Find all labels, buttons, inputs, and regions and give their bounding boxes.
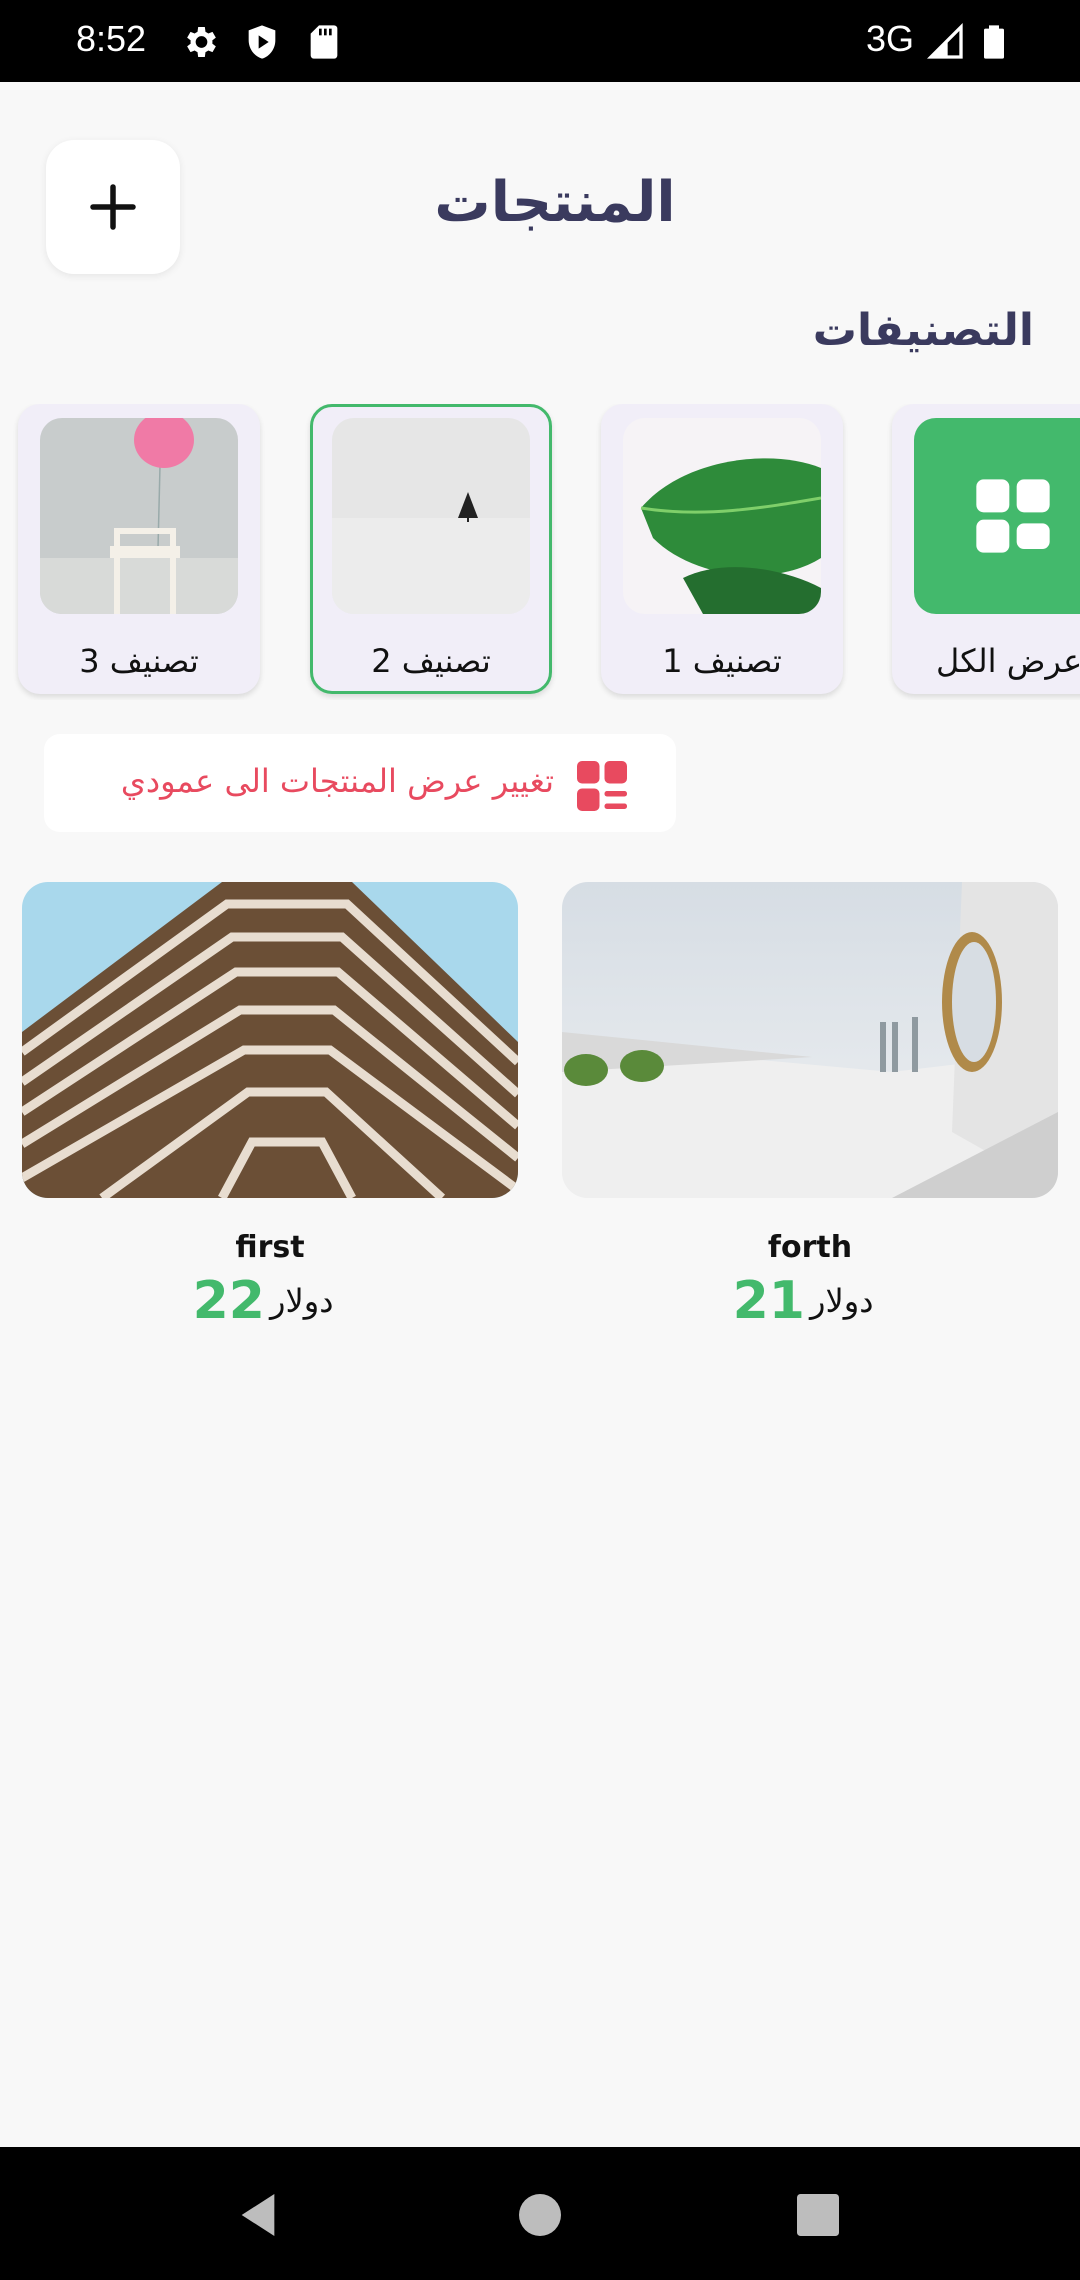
grid-icon — [976, 479, 1050, 553]
category-image-all — [914, 418, 1080, 614]
product-name: first — [235, 1230, 305, 1265]
settings-icon — [187, 27, 216, 57]
header: المنتجات — [0, 82, 1080, 312]
category-label: تصنيف 2 — [371, 642, 491, 680]
categories-list[interactable]: تصنيف 3 تصنيف 2 تصنيف 1 عرض الكل — [0, 404, 1080, 700]
category-label: عرض الكل — [936, 642, 1080, 680]
price-currency: دولار — [810, 1282, 874, 1320]
sd-card-icon — [310, 25, 338, 59]
toggle-view-label: تغيير عرض المنتجات الى عمودي — [120, 762, 554, 800]
back-icon[interactable] — [230, 2187, 286, 2243]
product-name: forth — [767, 1230, 853, 1265]
home-icon[interactable] — [512, 2187, 568, 2243]
category-label: تصنيف 3 — [79, 642, 199, 680]
navigation-bar — [0, 2147, 1080, 2280]
category-image-leaf — [623, 418, 821, 614]
status-bar: 8:52 3G — [0, 0, 1080, 82]
product-card-first[interactable]: first دولار 22 — [22, 882, 518, 1331]
shield-play-icon — [248, 25, 276, 59]
product-image — [562, 882, 1058, 1198]
battery-icon — [984, 25, 1004, 59]
price-value: 22 — [192, 1271, 265, 1331]
add-product-button[interactable] — [46, 140, 180, 274]
category-label: تصنيف 1 — [662, 642, 782, 680]
network-type: 3G — [866, 18, 915, 59]
list-view-icon — [577, 761, 627, 811]
status-time: 8:52 — [76, 18, 147, 59]
recents-icon[interactable] — [790, 2187, 846, 2243]
price-value: 21 — [732, 1271, 805, 1331]
page-title: المنتجات — [434, 170, 676, 235]
category-card-all[interactable]: عرض الكل — [892, 404, 1080, 694]
product-card-forth[interactable]: forth دولار 21 — [562, 882, 1058, 1331]
product-image — [22, 882, 518, 1198]
category-card-1[interactable]: تصنيف 1 — [601, 404, 843, 694]
toggle-view-button[interactable]: تغيير عرض المنتجات الى عمودي — [44, 734, 676, 832]
category-card-3[interactable]: تصنيف 3 — [18, 404, 260, 694]
plus-icon — [90, 184, 136, 230]
product-price: دولار 21 — [562, 1271, 1058, 1331]
price-currency: دولار — [270, 1282, 334, 1320]
product-price: دولار 22 — [22, 1271, 518, 1331]
signal-icon — [926, 22, 963, 59]
categories-title: التصنيفات — [812, 305, 1034, 356]
category-card-2[interactable]: تصنيف 2 — [310, 404, 552, 694]
category-image-tree — [332, 418, 530, 614]
category-image-balloon — [40, 418, 238, 614]
